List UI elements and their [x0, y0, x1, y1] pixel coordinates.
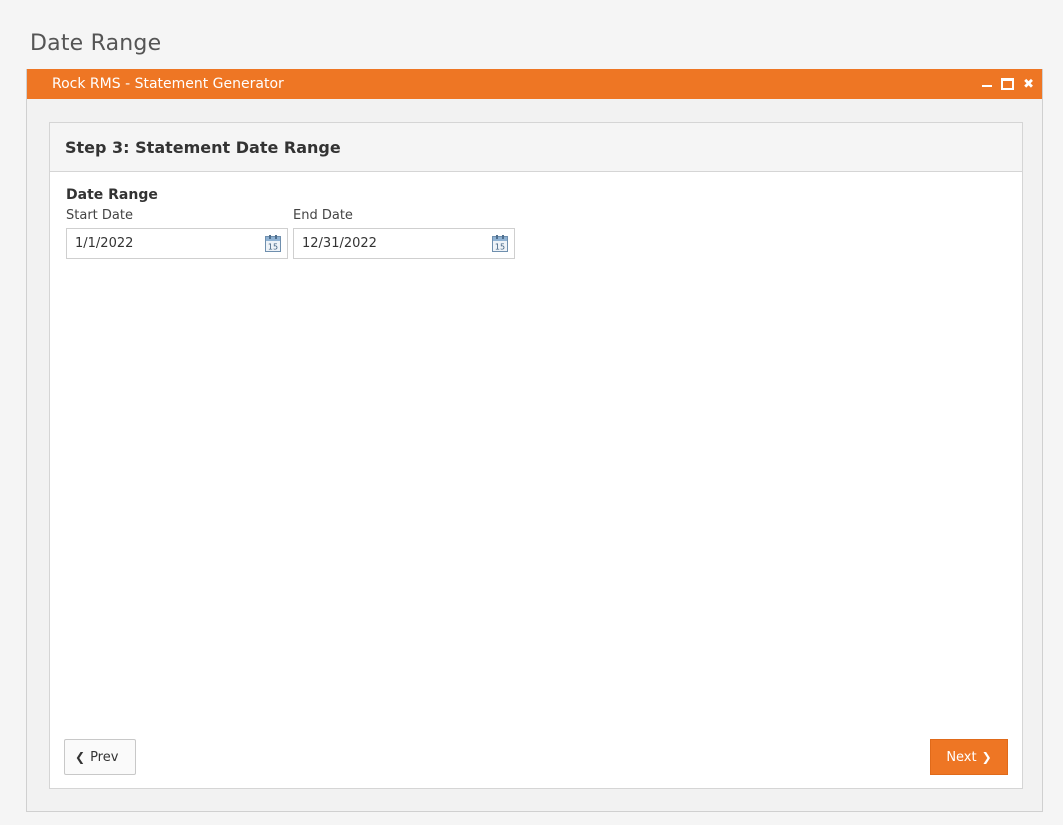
- prev-button[interactable]: ❮ Prev: [64, 739, 136, 775]
- panel-title: Step 3: Statement Date Range: [65, 137, 341, 157]
- start-date-field: 15: [66, 228, 288, 259]
- step-panel: Step 3: Statement Date Range Date Range …: [49, 122, 1023, 789]
- window-titlebar[interactable]: Rock RMS - Statement Generator ✖: [27, 69, 1042, 99]
- date-range-label: Date Range: [66, 187, 158, 203]
- start-date-input[interactable]: [67, 229, 255, 258]
- end-date-input[interactable]: [294, 229, 482, 258]
- end-date-field: 15: [293, 228, 515, 259]
- prev-button-label: Prev: [90, 749, 119, 765]
- chevron-right-icon: ❯: [981, 750, 992, 764]
- window-title: Rock RMS - Statement Generator: [52, 76, 284, 92]
- page-title: Date Range: [30, 31, 162, 56]
- statement-generator-window: Rock RMS - Statement Generator ✖ Step 3:…: [26, 69, 1043, 812]
- start-date-group: Start Date 15: [66, 208, 288, 259]
- calendar-icon-day: 15: [495, 243, 505, 252]
- calendar-icon[interactable]: 15: [265, 235, 281, 252]
- window-controls: ✖: [982, 69, 1034, 99]
- end-date-group: End Date 15: [293, 208, 515, 259]
- next-button-label: Next: [946, 749, 977, 765]
- panel-body: Date Range Start Date 15: [50, 172, 1022, 278]
- date-range-row: Start Date 15 End Date: [66, 208, 1006, 263]
- next-button[interactable]: Next ❯: [930, 739, 1008, 775]
- minimize-icon[interactable]: [982, 85, 993, 87]
- start-date-label: Start Date: [66, 208, 133, 223]
- end-date-label: End Date: [293, 208, 353, 223]
- panel-footer: ❮ Prev Next ❯: [64, 739, 1008, 775]
- calendar-icon-day: 15: [268, 243, 278, 252]
- calendar-icon[interactable]: 15: [492, 235, 508, 252]
- chevron-left-icon: ❮: [75, 750, 86, 764]
- panel-header: Step 3: Statement Date Range: [50, 123, 1022, 172]
- maximize-icon[interactable]: [1001, 78, 1015, 90]
- close-icon[interactable]: ✖: [1023, 78, 1034, 91]
